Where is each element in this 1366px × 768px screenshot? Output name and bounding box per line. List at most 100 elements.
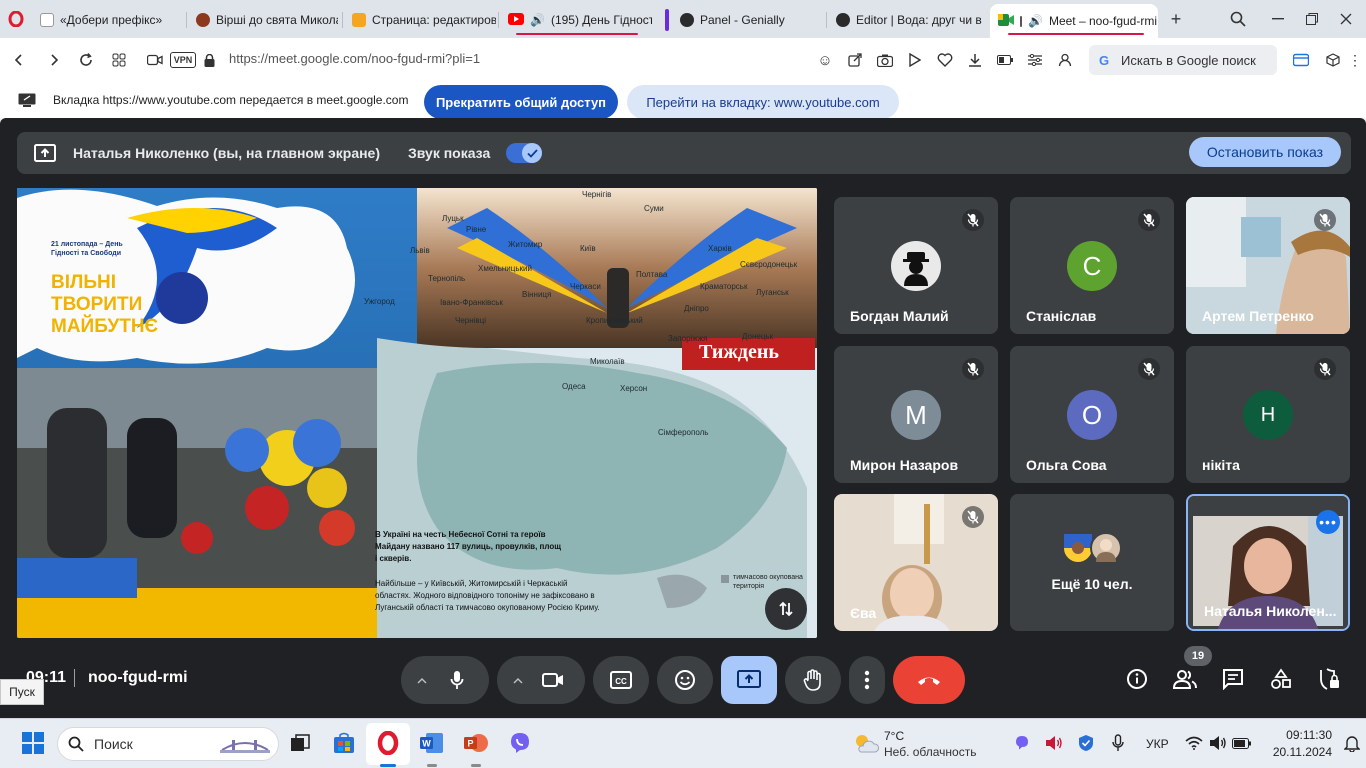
speed-dial-icon[interactable]	[110, 51, 128, 69]
microphone-control[interactable]	[401, 656, 489, 704]
raise-hand-button[interactable]	[785, 656, 841, 704]
close-window-icon[interactable]	[1336, 9, 1356, 29]
participant-tile[interactable]: С Станіслав	[1010, 197, 1174, 334]
microphone-icon[interactable]	[437, 660, 477, 700]
minimize-icon[interactable]	[1268, 9, 1288, 29]
windows-start-icon[interactable]	[19, 729, 47, 757]
host-controls-icon[interactable]	[1316, 666, 1342, 692]
activities-icon[interactable]	[1268, 666, 1294, 692]
tab-blogger[interactable]: Страница: редактиров	[344, 6, 496, 34]
running-indicator	[471, 764, 481, 767]
wallet-icon[interactable]	[1292, 51, 1310, 69]
notifications-icon[interactable]	[1338, 729, 1366, 757]
more-options-icon[interactable]: •••	[1316, 510, 1340, 534]
task-view-icon[interactable]	[286, 729, 314, 757]
tab-youtube[interactable]: 🔊 (195) День Гідності	[500, 6, 652, 34]
mic-off-icon	[962, 358, 984, 380]
reload-icon[interactable]	[77, 51, 95, 69]
camera-control[interactable]	[497, 656, 585, 704]
chevron-up-icon[interactable]	[417, 671, 427, 689]
restore-icon[interactable]	[1302, 9, 1322, 29]
more-options-button[interactable]	[849, 656, 885, 704]
weather-temperature[interactable]: 7°C	[884, 729, 904, 743]
taskbar-search[interactable]: Поиск	[57, 727, 279, 761]
back-icon[interactable]	[10, 51, 28, 69]
viber-icon[interactable]	[506, 729, 534, 757]
microsoft-store-icon[interactable]	[330, 729, 358, 757]
present-screen-button[interactable]	[721, 656, 777, 704]
camera-indicator-icon[interactable]	[146, 51, 164, 69]
forward-icon[interactable]	[45, 51, 63, 69]
go-to-tab-button[interactable]: Перейти на вкладку: www.youtube.com	[627, 85, 899, 119]
search-label: Искать в Google поиск	[1121, 52, 1256, 68]
participant-tile[interactable]: Єва	[834, 494, 998, 631]
weather-icon[interactable]	[852, 729, 880, 757]
participant-tile[interactable]: Н нікіта	[1186, 346, 1350, 483]
vpn-badge[interactable]: VPN	[170, 52, 196, 68]
emoji-icon[interactable]: ☺	[816, 51, 834, 69]
meet-window: Наталья Николенко (вы, на главном экране…	[0, 118, 1366, 718]
battery-icon[interactable]	[1228, 729, 1256, 757]
address-toolbar: VPN https://meet.google.com/noo-fgud-rmi…	[0, 38, 1366, 84]
search-icon	[68, 736, 84, 755]
clock-date[interactable]: 20.11.2024	[1262, 745, 1332, 759]
chevron-up-icon[interactable]	[513, 671, 523, 689]
tab-genially-panel[interactable]: Panel - Genially	[672, 6, 822, 34]
viber-tray-icon[interactable]	[1008, 729, 1036, 757]
powerpoint-icon[interactable]: P	[462, 729, 490, 757]
google-icon: G	[1099, 53, 1110, 68]
participant-tile[interactable]: М Мирон Назаров	[834, 346, 998, 483]
mic-off-icon	[962, 506, 984, 528]
people-icon[interactable]	[1170, 666, 1200, 692]
self-participant-tile[interactable]: ••• Наталья Николен...	[1186, 494, 1350, 631]
map-city-label: Запоріжжя	[668, 334, 708, 343]
easy-setup-icon[interactable]	[1026, 51, 1044, 69]
menu-dots-icon[interactable]: ⋮	[1348, 51, 1362, 69]
more-participants-label: Ещё 10 чел.	[1051, 576, 1133, 592]
tab-genially-editor[interactable]: Editor | Вода: друг чи в	[828, 6, 982, 34]
tab-prefix[interactable]: «Добери префікс»	[32, 6, 182, 34]
participant-avatar: Н	[1243, 390, 1293, 440]
map-city-label: Сімферополь	[658, 428, 709, 437]
svg-text:W: W	[422, 739, 431, 749]
stop-presentation-button[interactable]: Остановить показ	[1189, 137, 1341, 167]
chat-icon[interactable]	[1220, 666, 1246, 692]
camera-icon[interactable]	[533, 660, 573, 700]
participant-tile[interactable]: Артем Петренко	[1186, 197, 1350, 334]
opera-logo-icon[interactable]	[6, 9, 26, 29]
swap-view-button[interactable]	[765, 588, 807, 630]
participant-count-badge: 19	[1184, 646, 1212, 666]
microphone-tray-icon[interactable]	[1104, 729, 1132, 757]
word-icon[interactable]: W	[418, 729, 446, 757]
leave-call-button[interactable]	[893, 656, 965, 704]
search-tabs-icon[interactable]	[1228, 9, 1248, 29]
opera-taskbar-icon[interactable]	[374, 729, 402, 757]
more-participants-tile[interactable]: Ещё 10 чел.	[1010, 494, 1174, 631]
security-tray-icon[interactable]	[1072, 729, 1100, 757]
stop-sharing-button[interactable]: Прекратить общий доступ	[424, 85, 618, 119]
weather-description[interactable]: Неб. облачность	[884, 745, 976, 759]
presentation-sound-toggle[interactable]	[506, 143, 542, 163]
speaker-tray-icon[interactable]	[1040, 729, 1068, 757]
lock-icon[interactable]	[202, 51, 216, 69]
google-search-box[interactable]: G Искать в Google поиск	[1089, 45, 1277, 75]
player-icon[interactable]	[906, 51, 924, 69]
captions-button[interactable]: CC	[593, 656, 649, 704]
meeting-details-icon[interactable]	[1124, 666, 1150, 692]
reactions-button[interactable]	[657, 656, 713, 704]
battery-saver-icon[interactable]	[996, 51, 1014, 69]
snapshot-icon[interactable]	[876, 51, 894, 69]
url-field[interactable]: https://meet.google.com/noo-fgud-rmi?pli…	[229, 51, 480, 66]
new-tab-icon[interactable]: +	[1166, 9, 1186, 29]
share-page-icon[interactable]	[846, 51, 864, 69]
heart-icon[interactable]	[936, 51, 954, 69]
download-icon[interactable]	[966, 51, 984, 69]
map-city-label: Полтава	[636, 270, 668, 279]
language-indicator[interactable]: УКР	[1146, 737, 1169, 751]
clock-time[interactable]: 09:11:30	[1270, 728, 1332, 742]
extensions-cube-icon[interactable]	[1324, 51, 1342, 69]
participant-tile[interactable]: Богдан Малий	[834, 197, 998, 334]
profile-icon[interactable]	[1056, 51, 1074, 69]
tab-poems[interactable]: Вірші до свята Микола	[188, 6, 338, 34]
participant-tile[interactable]: О Ольга Сова	[1010, 346, 1174, 483]
